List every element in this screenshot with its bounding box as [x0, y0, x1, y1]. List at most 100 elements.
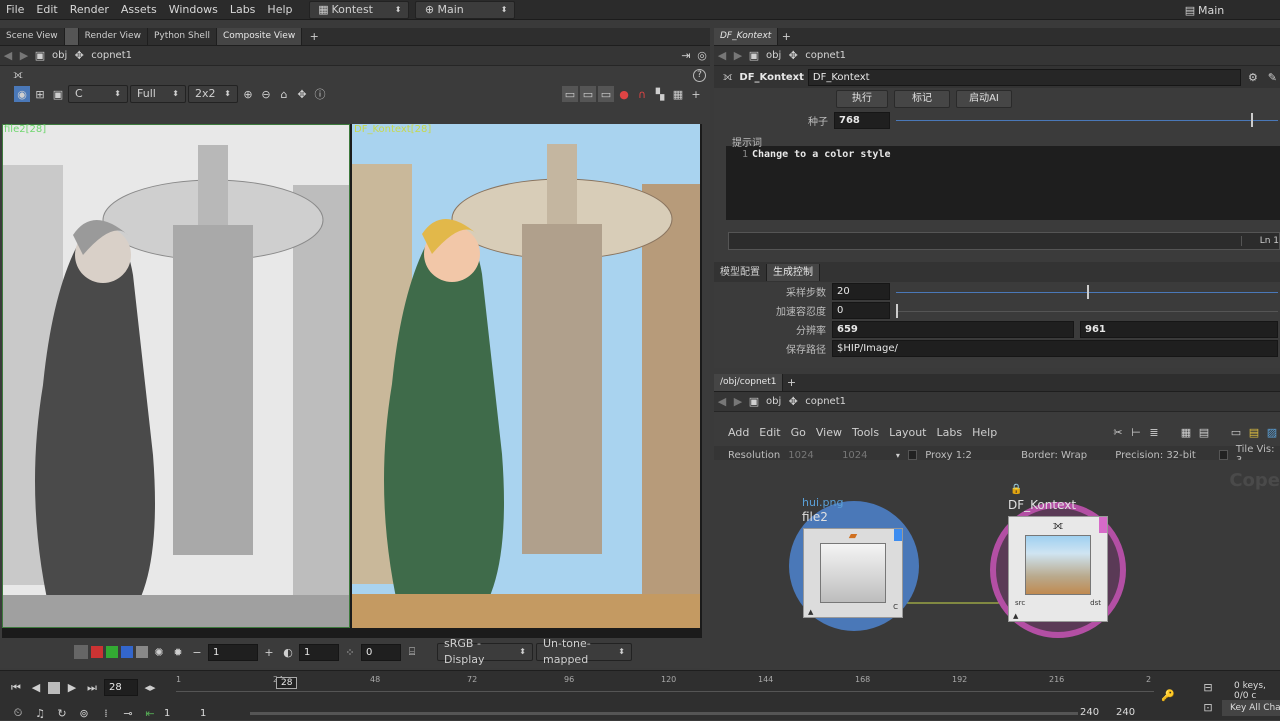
- link-icon[interactable]: ◎: [694, 48, 710, 64]
- menu-edit[interactable]: Edit: [30, 0, 63, 20]
- split-icon[interactable]: ⊞: [32, 86, 48, 102]
- sun-icon[interactable]: ✺: [151, 644, 167, 660]
- steps-slider-handle[interactable]: [1087, 284, 1089, 299]
- close-tab-icon[interactable]: [64, 28, 79, 45]
- timeline-ruler[interactable]: 1244872961201441681922162 28: [176, 675, 1154, 699]
- blue-channel-icon[interactable]: [121, 646, 133, 658]
- checker-icon[interactable]: ▚: [652, 86, 668, 102]
- lock-icon[interactable]: 🔒: [1010, 484, 1022, 495]
- proxy-checkbox[interactable]: [907, 450, 918, 460]
- range-start-icon[interactable]: ⇤: [142, 705, 158, 721]
- menu-help[interactable]: Help: [261, 0, 298, 20]
- tab-generation-control[interactable]: 生成控制: [767, 263, 820, 281]
- net-menu-go[interactable]: Go: [787, 426, 810, 439]
- start-ai-button[interactable]: 启动AI: [956, 90, 1012, 108]
- back-arrow-icon[interactable]: ◀: [0, 48, 16, 64]
- tile-icon[interactable]: ▦: [670, 86, 686, 102]
- monitor-icon[interactable]: ▭: [1228, 424, 1244, 440]
- display-flag[interactable]: [894, 529, 902, 541]
- seed-slider[interactable]: [896, 113, 1278, 127]
- play-back-icon[interactable]: ◀: [28, 680, 44, 696]
- network-select[interactable]: ⊕ Main ⬍: [414, 0, 515, 19]
- path-copnet[interactable]: copnet1: [801, 396, 850, 407]
- tolerance-slider-handle[interactable]: [896, 303, 898, 318]
- grid-select[interactable]: 2x2 ⬍: [188, 85, 238, 103]
- audio-icon[interactable]: ♫: [32, 705, 48, 721]
- tab-df-kontext[interactable]: DF_Kontext: [714, 28, 779, 45]
- zoom-in-icon[interactable]: ⊕: [240, 86, 256, 102]
- range-end2-field[interactable]: 240: [1116, 707, 1135, 718]
- add-tab-icon[interactable]: +: [783, 375, 799, 391]
- tab-python-shell[interactable]: Python Shell: [148, 28, 217, 45]
- view-mode-icon[interactable]: ◉: [14, 86, 30, 102]
- rgb-icon[interactable]: [74, 645, 88, 659]
- node2-name[interactable]: DF_Kontext: [1008, 498, 1076, 512]
- lut-icon[interactable]: ⌸: [404, 644, 420, 660]
- stop-icon[interactable]: [48, 681, 60, 694]
- net-menu-labs[interactable]: Labs: [933, 426, 967, 439]
- tolerance-slider[interactable]: [896, 303, 1278, 318]
- keys-icon[interactable]: ⁞: [98, 705, 114, 721]
- resolution-height-field[interactable]: 961: [1080, 321, 1278, 338]
- info-icon[interactable]: ⓘ: [312, 86, 328, 102]
- grid-view-icon[interactable]: ▤: [1196, 424, 1212, 440]
- res-height-info[interactable]: 1024: [842, 450, 888, 461]
- green-channel-icon[interactable]: [106, 646, 118, 658]
- frame-marker[interactable]: 28: [276, 677, 298, 689]
- tab-model-config[interactable]: 模型配置: [714, 263, 767, 281]
- net-menu-help[interactable]: Help: [968, 426, 1001, 439]
- loop-icon[interactable]: ↻: [54, 705, 70, 721]
- steps-slider[interactable]: [896, 284, 1278, 299]
- net-menu-add[interactable]: Add: [724, 426, 753, 439]
- help-icon[interactable]: ?: [693, 68, 706, 82]
- minus-icon[interactable]: −: [189, 644, 205, 660]
- cop-tool-icon[interactable]: ⟗: [10, 67, 26, 83]
- gamma-field[interactable]: 0: [361, 643, 401, 661]
- keyframe-icon[interactable]: ⊟: [1200, 679, 1216, 695]
- layout-select[interactable]: ▤ Main: [1182, 0, 1224, 20]
- path-obj[interactable]: obj: [48, 50, 71, 61]
- desktop-select[interactable]: ▦ Kontest ⬍: [308, 0, 409, 19]
- sync-icon[interactable]: ⊚: [76, 705, 92, 721]
- back-arrow-icon[interactable]: ◀: [714, 394, 730, 410]
- brush-icon[interactable]: ✎: [1265, 69, 1280, 85]
- sun-small-icon[interactable]: ✹: [170, 644, 186, 660]
- forward-arrow-icon[interactable]: ▶: [730, 48, 746, 64]
- palette-icon[interactable]: ▦: [1178, 424, 1194, 440]
- exposure-field[interactable]: 1: [299, 643, 339, 661]
- menu-file[interactable]: File: [0, 0, 30, 20]
- tree-icon[interactable]: ⊢: [1128, 424, 1144, 440]
- display-select[interactable]: sRGB - Display ⬍: [437, 637, 533, 666]
- tolerance-field[interactable]: 0: [832, 302, 890, 319]
- realtime-icon[interactable]: ⏲: [10, 705, 26, 721]
- menu-windows[interactable]: Windows: [163, 0, 224, 20]
- layout-b-icon[interactable]: ▭: [580, 86, 596, 102]
- display-flag[interactable]: [1099, 517, 1107, 533]
- record-icon[interactable]: ●: [616, 86, 632, 102]
- add-tab-icon[interactable]: +: [306, 29, 322, 45]
- node-name-field[interactable]: DF_Kontext: [807, 68, 1242, 86]
- forward-arrow-icon[interactable]: ▶: [16, 48, 32, 64]
- offset-icon[interactable]: ⁘: [342, 644, 358, 660]
- play-icon[interactable]: ▶: [64, 680, 80, 696]
- note-icon[interactable]: ▤: [1246, 424, 1262, 440]
- image-node-icon[interactable]: ▨: [1264, 424, 1280, 440]
- menu-render[interactable]: Render: [64, 0, 115, 20]
- layout-a-icon[interactable]: ▭: [562, 86, 578, 102]
- node1-name[interactable]: file2: [802, 510, 828, 524]
- layout-c-icon[interactable]: ▭: [598, 86, 614, 102]
- file-node[interactable]: ▰ C ▲: [803, 528, 903, 618]
- pin-icon[interactable]: ⇥: [678, 48, 694, 64]
- magnet-icon[interactable]: ∩: [634, 86, 650, 102]
- plus-icon[interactable]: +: [261, 644, 277, 660]
- path-copnet[interactable]: copnet1: [801, 50, 850, 61]
- path-obj[interactable]: obj: [762, 50, 785, 61]
- key-search-icon[interactable]: 🔑: [1160, 687, 1176, 703]
- mark-button[interactable]: 标记: [894, 90, 950, 108]
- gear-icon[interactable]: ⚙: [1245, 69, 1260, 85]
- tab-render-view[interactable]: Render View: [79, 28, 148, 45]
- channel-select[interactable]: C ⬍: [68, 85, 128, 103]
- steps-field[interactable]: 20: [832, 283, 890, 300]
- tab-scene-view[interactable]: Scene View: [0, 28, 65, 45]
- frame-field[interactable]: 1: [208, 643, 258, 661]
